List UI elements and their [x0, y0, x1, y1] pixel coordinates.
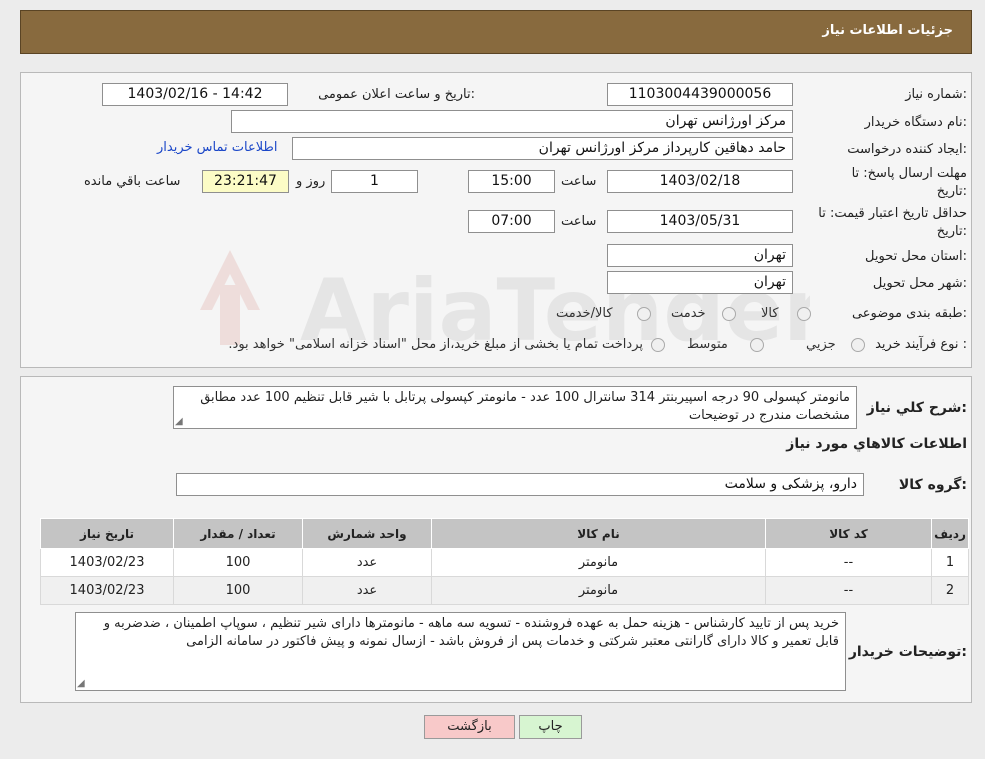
need-number-field: 1103004439000056 — [607, 83, 793, 106]
province-label: استان محل تحویل: — [865, 249, 967, 264]
creator-field: حامد دهاقین کارپرداز مرکز اورژانس تهران — [292, 137, 793, 160]
buyer-notes-label: توضیحات خریدار: — [848, 644, 967, 660]
cell-goods-code: -- — [765, 548, 932, 577]
back-button[interactable]: بازگشت — [424, 715, 515, 739]
cell-goods-code: -- — [765, 576, 932, 605]
cell-need-date: 1403/02/23 — [40, 548, 174, 577]
city-label: شهر محل تحویل: — [872, 276, 967, 291]
table-header-row: رديف کد کالا نام کالا واحد شمارش تعداد /… — [40, 518, 969, 549]
col-quantity: تعداد / مقدار — [173, 518, 303, 549]
category-option-goods: کالا — [761, 306, 779, 321]
summary-textarea[interactable]: مانومتر کپسولی 90 درجه اسپیربنتر 314 سان… — [173, 386, 857, 429]
page-title: جزئیات اطلاعات نیاز — [822, 23, 953, 38]
deadline-label: مهلت ارسال پاسخ: تا — [851, 166, 967, 181]
process-radio-medium[interactable] — [750, 338, 764, 352]
page-header: جزئیات اطلاعات نیاز — [20, 10, 972, 54]
cell-goods-name: مانومتر — [431, 576, 766, 605]
category-option-goods-service: کالا/خدمت — [556, 306, 613, 321]
city-field: تهران — [607, 271, 793, 294]
treasury-note: پرداخت تمام یا بخشی از مبلغ خرید،از محل … — [228, 337, 643, 352]
deadline-label-date: تاریخ: — [936, 184, 967, 199]
category-option-service: خدمت — [671, 306, 706, 321]
process-label: نوع فرآیند خرید : — [875, 337, 967, 352]
validity-label: حداقل تاریخ اعتبار قیمت: تا — [818, 206, 967, 221]
validity-time-label: ساعت — [561, 214, 597, 229]
col-row-number: رديف — [931, 518, 969, 549]
cell-row-number: 1 — [931, 548, 969, 577]
treasury-checkbox[interactable] — [651, 338, 665, 352]
resize-grip-icon[interactable]: ◢ — [77, 679, 87, 689]
goods-table: رديف کد کالا نام کالا واحد شمارش تعداد /… — [40, 518, 969, 605]
cell-goods-name: مانومتر — [431, 548, 766, 577]
deadline-time-field: 15:00 — [468, 170, 555, 193]
days-remaining-field: 1 — [331, 170, 418, 193]
resize-grip-icon[interactable]: ◢ — [175, 417, 185, 427]
announce-datetime-field: 1403/02/16 - 14:42 — [102, 83, 288, 106]
cell-need-date: 1403/02/23 — [40, 576, 174, 605]
col-goods-code: کد کالا — [765, 518, 932, 549]
buyer-org-label: نام دستگاه خریدار: — [864, 115, 967, 130]
deadline-date-field: 1403/02/18 — [607, 170, 793, 193]
col-need-date: تاريخ نياز — [40, 518, 174, 549]
category-radio-goods-service[interactable] — [637, 307, 651, 321]
deadline-time-label: ساعت — [561, 174, 597, 189]
cell-quantity: 100 — [173, 548, 303, 577]
col-unit: واحد شمارش — [302, 518, 432, 549]
print-button[interactable]: چاپ — [519, 715, 582, 739]
remaining-time-field: 23:21:47 — [202, 170, 289, 193]
validity-date-field: 1403/05/31 — [607, 210, 793, 233]
cell-unit: عدد — [302, 576, 432, 605]
table-row: 1 -- مانومتر عدد 100 1403/02/23 — [40, 548, 969, 577]
validity-time-field: 07:00 — [468, 210, 555, 233]
remaining-time-label: ساعت باقي مانده — [84, 174, 181, 189]
goods-group-field: دارو، پزشکی و سلامت — [176, 473, 864, 496]
cell-row-number: 2 — [931, 576, 969, 605]
cell-unit: عدد — [302, 548, 432, 577]
goods-group-label: گروه کالا: — [898, 477, 967, 493]
buyer-contact-link[interactable]: اطلاعات تماس خریدار — [157, 140, 277, 155]
announce-label: تاریخ و ساعت اعلان عمومی: — [318, 87, 475, 102]
buyer-org-field: مرکز اورژانس تهران — [231, 110, 793, 133]
cell-quantity: 100 — [173, 576, 303, 605]
col-goods-name: نام کالا — [431, 518, 766, 549]
goods-info-title: اطلاعات کالاهاي مورد نياز — [786, 436, 967, 452]
table-row: 2 -- مانومتر عدد 100 1403/02/23 — [40, 576, 969, 605]
process-radio-minor[interactable] — [851, 338, 865, 352]
category-label: طبقه بندی موضوعی: — [851, 306, 967, 321]
province-field: تهران — [607, 244, 793, 267]
process-option-medium: متوسط — [687, 337, 728, 352]
days-label: روز و — [296, 174, 326, 189]
creator-label: ایجاد کننده درخواست: — [847, 142, 967, 157]
validity-label-date: تاریخ: — [936, 224, 967, 239]
need-number-label: شماره نیاز: — [905, 87, 967, 102]
category-radio-goods[interactable] — [797, 307, 811, 321]
process-option-minor: جزيي — [806, 337, 836, 352]
buyer-notes-textarea[interactable]: خرید پس از تایید کارشناس - هزینه حمل به … — [75, 612, 846, 691]
summary-label: شرح کلي نياز: — [866, 400, 967, 416]
category-radio-service[interactable] — [722, 307, 736, 321]
